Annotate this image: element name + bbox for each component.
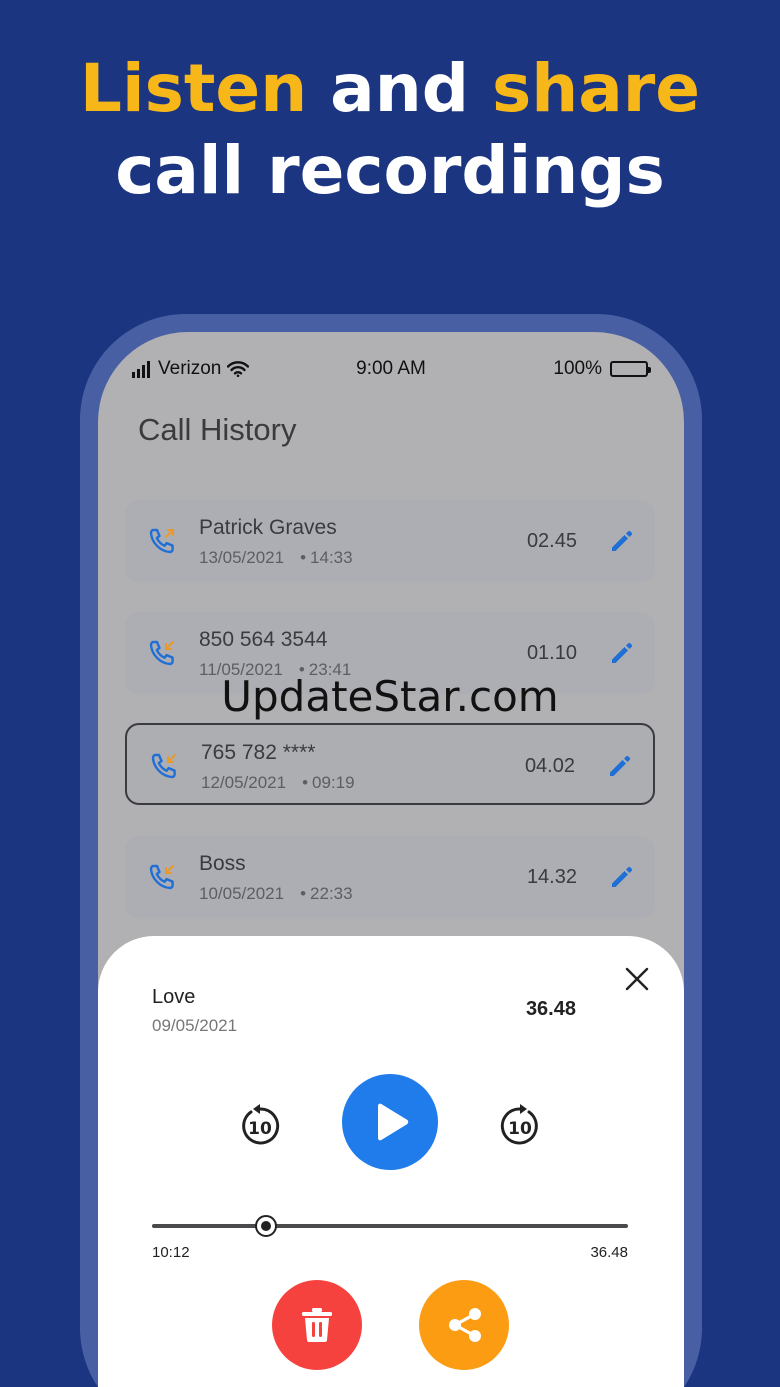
pencil-icon[interactable] [609, 864, 635, 890]
status-bar: Verizon 9:00 AM 100% [98, 354, 684, 384]
recording-duration: 36.48 [525, 998, 576, 1020]
pencil-icon[interactable] [609, 640, 635, 666]
call-meta: 10/05/2021 • 22:33 [199, 884, 353, 903]
headline-word-share: share [491, 50, 701, 127]
rewind-10-button[interactable]: 10 [238, 1104, 282, 1148]
incoming-call-icon [149, 864, 174, 890]
call-date: 12/05/2021 [201, 773, 287, 792]
close-icon[interactable] [624, 966, 650, 992]
progress-slider[interactable] [152, 1215, 628, 1237]
share-icon [449, 1308, 481, 1342]
call-row[interactable]: Boss 10/05/2021 • 22:33 14.32 [125, 836, 655, 918]
delete-button[interactable] [272, 1280, 362, 1370]
call-date: 10/05/2021 [199, 884, 285, 903]
call-name: 850 564 3544 [199, 628, 328, 651]
incoming-call-icon [149, 640, 174, 666]
page-title: Call History [138, 412, 297, 447]
call-name: Boss [199, 852, 246, 875]
player-sheet: Love 09/05/2021 36.48 10 10 10:12 36.48 [98, 936, 684, 1387]
call-row-selected[interactable]: 765 782 **** 12/05/2021 • 09:19 04.02 [125, 723, 655, 805]
share-button[interactable] [419, 1280, 509, 1370]
headline: Listen and share call recordings [0, 48, 780, 212]
outgoing-call-icon [149, 528, 174, 554]
call-duration: 04.02 [524, 755, 575, 777]
pencil-icon[interactable] [607, 753, 633, 779]
call-time: 09:19 [312, 773, 355, 792]
incoming-call-icon [151, 753, 176, 779]
headline-line-2: call recordings [115, 132, 665, 209]
call-date: 13/05/2021 [199, 548, 285, 567]
pencil-icon[interactable] [609, 528, 635, 554]
replay-label: 10 [248, 1119, 272, 1139]
trash-icon [302, 1308, 332, 1342]
headline-word-listen: Listen [79, 50, 308, 127]
call-meta: 13/05/2021 • 14:33 [199, 548, 353, 567]
call-duration: 01.10 [526, 642, 577, 664]
headline-word-and: and [330, 50, 469, 127]
battery-percent: 100% [553, 358, 602, 379]
play-icon [378, 1103, 409, 1141]
recording-date: 09/05/2021 [152, 1016, 238, 1035]
progress-thumb[interactable] [255, 1215, 278, 1237]
call-time: 22:33 [310, 884, 353, 903]
call-time: 14:33 [310, 548, 353, 567]
current-time: 10:12 [152, 1244, 190, 1261]
forward-10-icon: 10 [500, 1104, 538, 1145]
play-button[interactable] [342, 1074, 438, 1170]
call-duration: 14.32 [526, 866, 577, 888]
battery-icon [610, 361, 651, 377]
status-bar-right: 100% [553, 358, 651, 380]
recording-title: Love [152, 986, 196, 1008]
call-meta: 12/05/2021 • 09:19 [201, 773, 355, 792]
forward-label: 10 [508, 1119, 532, 1139]
replay-10-icon: 10 [242, 1104, 280, 1145]
watermark: UpdateStar.com [221, 672, 559, 721]
total-time: 36.48 [590, 1244, 628, 1261]
call-name: 765 782 **** [201, 741, 316, 764]
call-name: Patrick Graves [199, 516, 337, 539]
headline-line-1: Listen and share [0, 48, 780, 130]
call-duration: 02.45 [526, 530, 577, 552]
forward-10-button[interactable]: 10 [498, 1104, 542, 1148]
call-row[interactable]: Patrick Graves 13/05/2021 • 14:33 02.45 [125, 500, 655, 582]
